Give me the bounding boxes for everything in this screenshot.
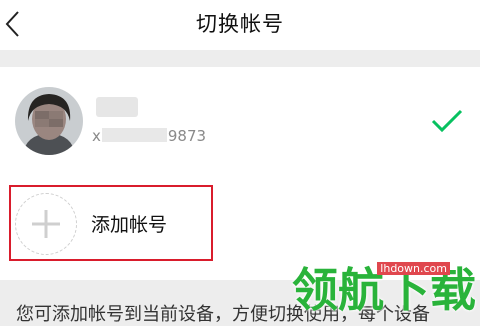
avatar-image — [15, 87, 83, 155]
account-id-suffix: 9873 — [167, 127, 207, 145]
add-account-circle — [15, 193, 77, 255]
account-id-mask — [101, 128, 167, 142]
account-id-prefix: x — [92, 127, 101, 145]
add-account-button[interactable]: 添加帐号 — [9, 185, 213, 261]
page-title: 切换帐号 — [196, 12, 284, 36]
add-account-label: 添加帐号 — [91, 214, 168, 236]
account-row[interactable]: x 9873 — [0, 67, 480, 177]
account-card: x 9873 添加帐号 — [0, 67, 480, 280]
check-icon — [431, 109, 463, 133]
header-bar: 切换帐号 — [0, 0, 480, 50]
plus-icon — [32, 210, 60, 238]
account-name-masked — [96, 97, 138, 117]
watermark-site: lhdown.com — [377, 262, 450, 275]
account-id: x 9873 — [92, 127, 206, 145]
avatar — [15, 87, 83, 155]
